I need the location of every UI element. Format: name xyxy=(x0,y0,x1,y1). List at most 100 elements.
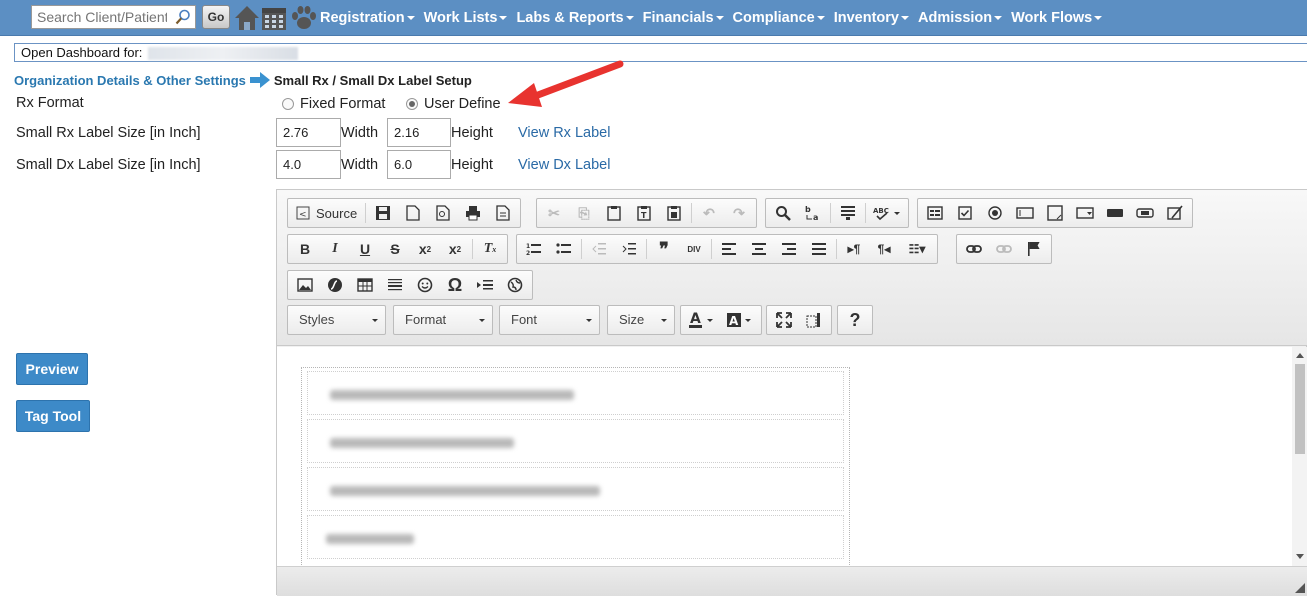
maximize-icon[interactable] xyxy=(769,307,799,333)
bold-icon[interactable]: B xyxy=(290,236,320,262)
ltr-icon[interactable]: ▸¶ xyxy=(839,236,869,262)
size-dropdown[interactable]: Size xyxy=(607,305,675,335)
button-field-icon[interactable] xyxy=(1100,200,1130,226)
font-dropdown[interactable]: Font xyxy=(499,305,600,335)
search-input[interactable] xyxy=(32,6,172,28)
page-break-icon[interactable] xyxy=(470,272,500,298)
remove-format-icon[interactable]: Tx xyxy=(475,236,505,262)
spell-check-icon[interactable]: ABC xyxy=(868,200,906,226)
preview-icon[interactable] xyxy=(428,200,458,226)
menu-financials[interactable]: Financials xyxy=(643,10,724,26)
breadcrumb-parent-link[interactable]: Organization Details & Other Settings xyxy=(14,73,246,88)
paste-word-icon[interactable] xyxy=(659,200,689,226)
styles-dropdown[interactable]: Styles xyxy=(287,305,386,335)
subscript-icon[interactable]: x2 xyxy=(410,236,440,262)
smiley-icon[interactable] xyxy=(410,272,440,298)
align-center-icon[interactable] xyxy=(744,236,774,262)
scroll-thumb[interactable] xyxy=(1295,364,1305,454)
special-char-icon[interactable]: Ω xyxy=(440,272,470,298)
image-button-icon[interactable] xyxy=(1130,200,1160,226)
go-button[interactable]: Go xyxy=(202,5,230,29)
view-dx-label-link[interactable]: View Dx Label xyxy=(518,157,610,173)
menu-work-flows[interactable]: Work Flows xyxy=(1011,10,1103,26)
horizontal-line-icon[interactable] xyxy=(380,272,410,298)
undo-icon[interactable]: ↶ xyxy=(694,200,724,226)
home-icon[interactable] xyxy=(233,4,261,32)
paste-text-icon[interactable]: T xyxy=(629,200,659,226)
dx-height-input[interactable] xyxy=(387,150,451,179)
menu-registration[interactable]: Registration xyxy=(320,10,415,26)
image-icon[interactable] xyxy=(290,272,320,298)
print-icon[interactable] xyxy=(458,200,488,226)
checkbox-icon[interactable] xyxy=(950,200,980,226)
select-field-icon[interactable] xyxy=(1070,200,1100,226)
align-right-icon[interactable] xyxy=(774,236,804,262)
iframe-icon[interactable] xyxy=(500,272,530,298)
underline-icon[interactable]: U xyxy=(350,236,380,262)
scroll-down-icon[interactable] xyxy=(1296,554,1304,559)
menu-labs-reports[interactable]: Labs & Reports xyxy=(516,10,634,26)
italic-icon[interactable]: I xyxy=(320,236,350,262)
new-page-icon[interactable] xyxy=(398,200,428,226)
strikethrough-icon[interactable]: S xyxy=(380,236,410,262)
radio-fixed-format[interactable]: Fixed Format xyxy=(282,96,385,112)
radio-fixed-icon[interactable] xyxy=(282,98,294,110)
menu-work-lists[interactable]: Work Lists xyxy=(424,10,508,26)
redo-icon[interactable]: ↷ xyxy=(724,200,754,226)
flash-icon[interactable] xyxy=(320,272,350,298)
paw-icon[interactable] xyxy=(290,4,318,32)
justify-icon[interactable] xyxy=(804,236,834,262)
source-button[interactable]: < Source xyxy=(290,200,363,226)
cut-icon[interactable]: ✂ xyxy=(539,200,569,226)
blockquote-icon[interactable]: ❞ xyxy=(649,236,679,262)
anchor-icon[interactable] xyxy=(1019,236,1049,262)
paste-icon[interactable] xyxy=(599,200,629,226)
text-field-icon[interactable] xyxy=(1010,200,1040,226)
find-icon[interactable] xyxy=(768,200,798,226)
table-icon[interactable] xyxy=(350,272,380,298)
editor-scrollbar[interactable] xyxy=(1292,347,1307,566)
superscript-icon[interactable]: x2 xyxy=(440,236,470,262)
radio-icon[interactable] xyxy=(980,200,1010,226)
unlink-icon[interactable] xyxy=(989,236,1019,262)
search-icon[interactable] xyxy=(175,9,191,25)
numbered-list-icon[interactable]: 12 xyxy=(519,236,549,262)
indent-icon[interactable] xyxy=(614,236,644,262)
rtl-icon[interactable]: ¶◂ xyxy=(869,236,899,262)
radio-user-icon[interactable] xyxy=(406,98,418,110)
calendar-icon[interactable] xyxy=(261,4,287,32)
div-container-icon[interactable]: DIV xyxy=(679,236,709,262)
tag-tool-button[interactable]: Tag Tool xyxy=(16,400,90,432)
editor-content[interactable] xyxy=(277,347,1292,566)
language-icon[interactable]: ☷▾ xyxy=(899,236,935,262)
format-dropdown[interactable]: Format xyxy=(393,305,493,335)
open-dashboard-bar[interactable]: Open Dashboard for: xyxy=(14,43,1307,62)
copy-icon[interactable]: ⎘ xyxy=(569,200,599,226)
dx-width-input[interactable] xyxy=(276,150,341,179)
link-icon[interactable] xyxy=(959,236,989,262)
textarea-icon[interactable] xyxy=(1040,200,1070,226)
scroll-up-icon[interactable] xyxy=(1296,353,1304,358)
outdent-icon[interactable] xyxy=(584,236,614,262)
text-color-icon[interactable]: A xyxy=(683,307,721,333)
menu-compliance[interactable]: Compliance xyxy=(733,10,825,26)
view-rx-label-link[interactable]: View Rx Label xyxy=(518,125,610,141)
radio-user-define[interactable]: User Define xyxy=(406,96,501,112)
resize-handle-icon[interactable] xyxy=(1295,583,1305,593)
search-box[interactable] xyxy=(31,5,196,29)
form-icon[interactable] xyxy=(920,200,950,226)
rx-width-input[interactable] xyxy=(276,118,341,147)
rx-height-input[interactable] xyxy=(387,118,451,147)
select-all-icon[interactable] xyxy=(833,200,863,226)
align-left-icon[interactable] xyxy=(714,236,744,262)
menu-admission[interactable]: Admission xyxy=(918,10,1003,26)
help-icon[interactable]: ? xyxy=(840,307,870,333)
menu-inventory[interactable]: Inventory xyxy=(834,10,909,26)
save-icon[interactable] xyxy=(368,200,398,226)
bulleted-list-icon[interactable] xyxy=(549,236,579,262)
replace-icon[interactable]: ba xyxy=(798,200,828,226)
templates-icon[interactable] xyxy=(488,200,518,226)
hidden-field-icon[interactable] xyxy=(1160,200,1190,226)
show-blocks-icon[interactable] xyxy=(799,307,829,333)
background-color-icon[interactable]: A xyxy=(721,307,759,333)
